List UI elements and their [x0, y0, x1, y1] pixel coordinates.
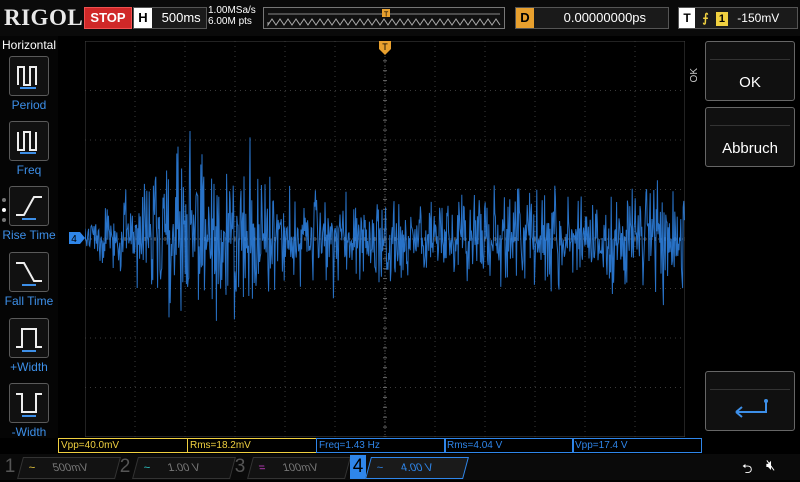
menu-item-positive-width[interactable]: +Width: [0, 318, 58, 374]
channel-number: 4: [350, 455, 366, 479]
menu-item-label: Freq: [16, 163, 42, 177]
channel-number: 3: [234, 456, 246, 477]
enter-button[interactable]: [705, 371, 795, 431]
rising-edge-icon: ⨍: [702, 11, 709, 25]
channel-4-offset-marker[interactable]: 4: [69, 232, 85, 244]
measurement-item[interactable]: Vpp=40.0mV: [58, 438, 188, 453]
menu-item-period[interactable]: Period: [0, 56, 58, 112]
sample-rate: 1.00MSa/s: [208, 5, 256, 16]
menu-item-rise-time[interactable]: Rise Time: [0, 186, 58, 242]
menu-item-negative-width[interactable]: -Width: [0, 383, 58, 439]
menu-item-freq[interactable]: Freq: [0, 121, 58, 177]
timebase-label: H: [134, 8, 152, 28]
menu-item-label: +Width: [10, 360, 48, 374]
channel-status-bar: 1 ~500mV 2 ~1.00 V 3 = 100mV 4 ~4.00 V ⮌ …: [0, 454, 800, 480]
memory-timeline[interactable]: T: [263, 7, 505, 29]
trigger-marker-label: T: [382, 42, 388, 52]
menu-item-label: Rise Time: [2, 228, 56, 242]
channel-number: 2: [119, 456, 131, 477]
usb-icon: ⮌: [742, 461, 753, 476]
waveform-display[interactable]: T: [85, 41, 685, 437]
measurement-item[interactable]: Vpp=17.4 V: [572, 438, 702, 453]
measurement-item[interactable]: Freq=1.43 Hz: [316, 438, 446, 453]
delay-value: 0.00000000ps: [563, 10, 647, 25]
ok-button[interactable]: OK: [705, 41, 795, 101]
fall-time-icon: [9, 252, 49, 292]
menu-title: Horizontal: [2, 38, 57, 52]
delay-label: D: [516, 8, 534, 28]
enter-icon: [735, 399, 768, 418]
top-status-bar: RIGOL STOP H 500ms 1.00MSa/s 6.00M pts T…: [0, 0, 800, 36]
channel-marker-label: 4: [71, 234, 77, 244]
channel-scale: 500mV: [51, 462, 90, 474]
horizontal-measure-menu: Horizontal Period Freq Rise Time Fall Ti…: [0, 36, 58, 439]
page-dot: [2, 198, 6, 202]
measurement-item[interactable]: Rms=4.04 V: [444, 438, 574, 453]
timeline-trigger-marker: T: [384, 12, 389, 19]
mute-icon[interactable]: 🔇︎: [766, 457, 775, 474]
ok-side-label: OK: [689, 68, 700, 83]
memory-depth: 6.00M pts: [208, 16, 252, 27]
channel-scale: 1.00 V: [166, 462, 202, 474]
cancel-button-label: Abbruch: [722, 140, 778, 157]
ac-coupling-icon: ~: [375, 462, 386, 474]
frequency-icon: [9, 121, 49, 161]
rise-time-icon: [9, 186, 49, 226]
trigger-label: T: [679, 8, 695, 28]
timebase-display[interactable]: H 500ms: [133, 7, 207, 29]
brand-logo: RIGOL: [4, 5, 84, 30]
period-icon: [9, 56, 49, 96]
ok-button-label: OK: [739, 74, 761, 91]
timeline-waveform-icon: T: [267, 9, 501, 27]
page-dot: [2, 218, 6, 222]
ac-coupling-icon: ~: [27, 462, 38, 474]
ac-coupling-icon: ~: [142, 462, 153, 474]
channel-scale: 100mV: [281, 462, 320, 474]
trigger-delay-display[interactable]: D 0.00000000ps: [515, 7, 669, 29]
channel-scale: 4.00 V: [399, 462, 435, 474]
page-dot-active: [2, 208, 6, 212]
dc-coupling-icon: =: [257, 462, 268, 474]
measurement-bar: Vpp=40.0mV Rms=18.2mV Freq=1.43 Hz Rms=4…: [58, 438, 708, 453]
trigger-settings-display[interactable]: T ⨍ 1 -150mV: [678, 7, 798, 29]
menu-item-label: Fall Time: [4, 294, 54, 308]
negative-width-icon: [9, 383, 49, 423]
measurement-item[interactable]: Rms=18.2mV: [187, 438, 317, 453]
trigger-source-channel: 1: [715, 11, 728, 26]
menu-item-label: -Width: [11, 425, 47, 439]
acquisition-info: 1.00MSa/s 6.00M pts: [208, 5, 256, 27]
positive-width-icon: [9, 318, 49, 358]
menu-item-fall-time[interactable]: Fall Time: [0, 252, 58, 308]
timebase-value: 500ms: [161, 10, 201, 25]
channel-number: 1: [4, 456, 16, 477]
menu-item-label: Period: [11, 98, 47, 112]
trigger-level: -150mV: [737, 11, 780, 25]
run-stop-status[interactable]: STOP: [84, 7, 132, 29]
cancel-button[interactable]: Abbruch: [705, 107, 795, 167]
